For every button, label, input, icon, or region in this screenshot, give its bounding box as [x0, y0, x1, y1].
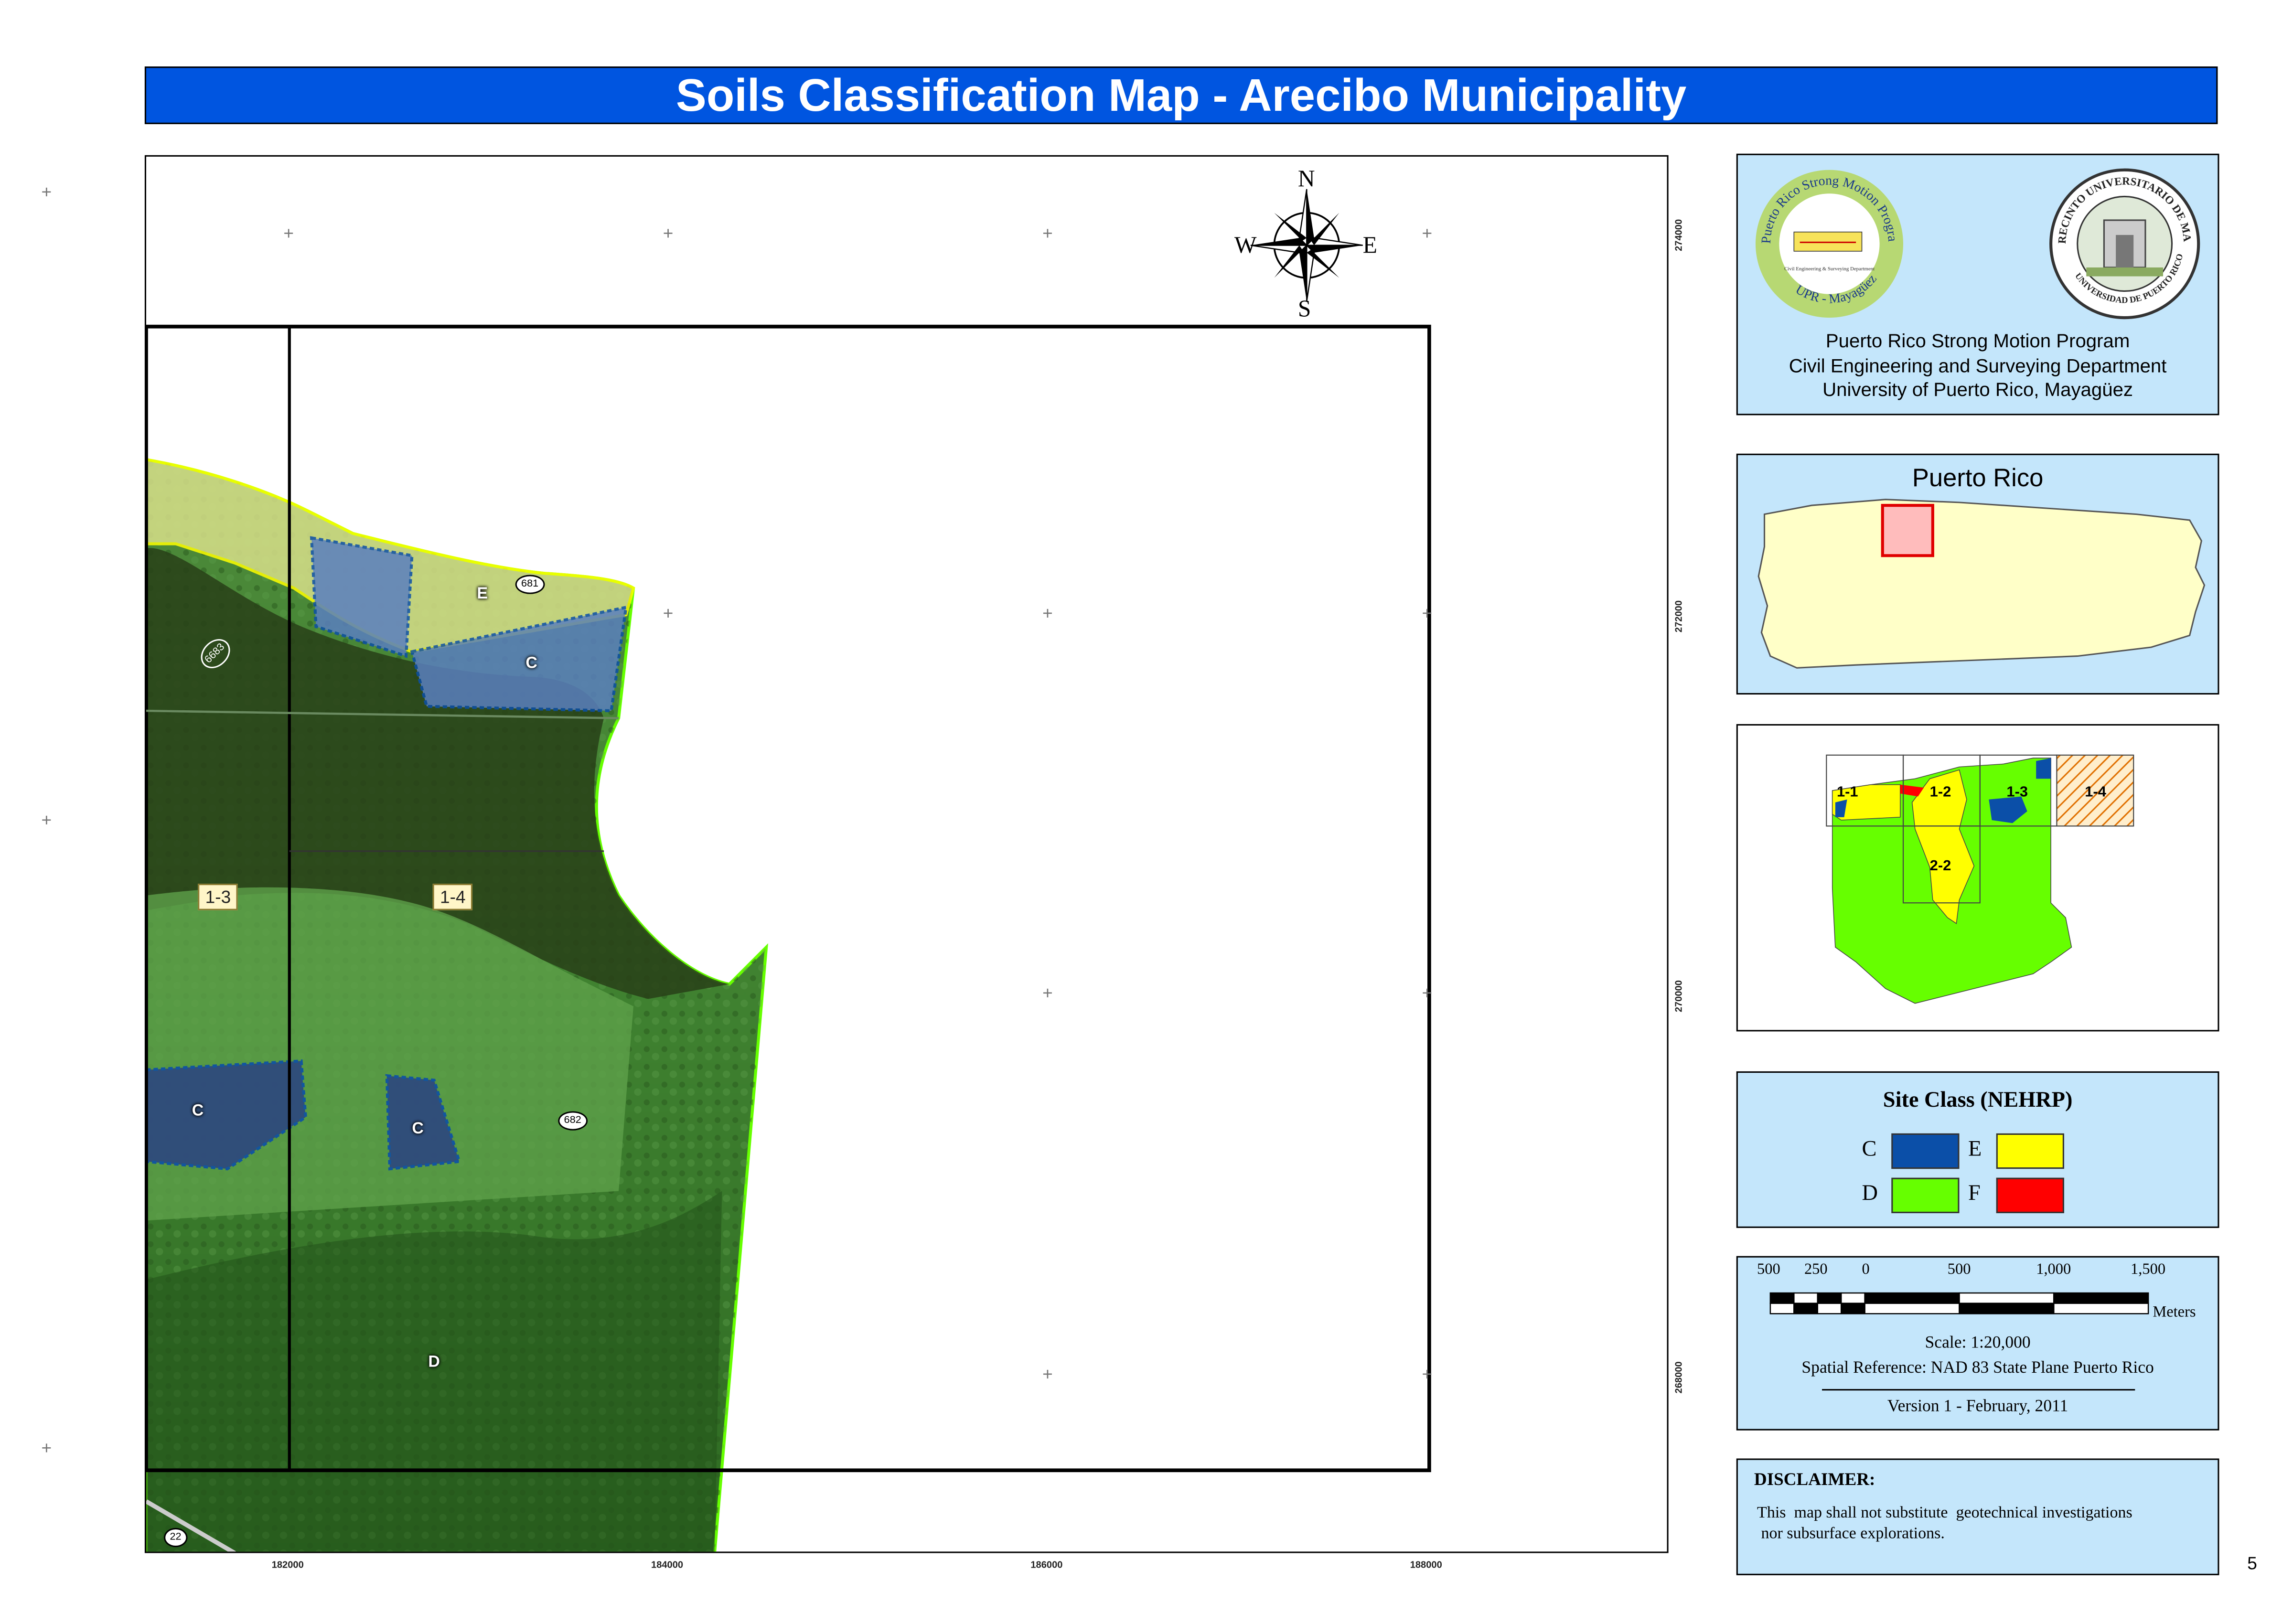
legend-letter-d: D — [1862, 1182, 1878, 1206]
org-line: University of Puerto Rico, Mayagüez — [1822, 378, 2133, 401]
divider — [1822, 1389, 2135, 1391]
grid-cross: + — [1042, 1364, 1053, 1385]
map-sheet: Soils Classification Map - Arecibo Munic… — [0, 0, 2293, 1624]
index-label: 1-2 — [1929, 784, 1951, 801]
x-coordinate-label: 182000 — [271, 1560, 304, 1571]
disclaimer-text: This map shall not substitute geotechnic… — [1757, 1504, 2132, 1522]
road-shield: 22 — [164, 1528, 187, 1548]
index-label: 2-2 — [1929, 858, 1951, 875]
scale-tick: 1,500 — [2131, 1262, 2166, 1279]
x-coordinate-label: 184000 — [651, 1560, 684, 1571]
legend-title: Site Class (NEHRP) — [1883, 1089, 2073, 1113]
grid-cross: + — [283, 223, 294, 244]
quad-label-1-3: 1-3 — [198, 884, 238, 910]
grid-cross: + — [663, 223, 674, 244]
compass-north-label: N — [1297, 167, 1315, 192]
soil-class-label: C — [525, 654, 537, 673]
legend-swatch-c — [1891, 1133, 1960, 1169]
legend-letter-e: E — [1968, 1138, 1982, 1162]
scale-unit: Meters — [2153, 1304, 2196, 1321]
disclaimer-text: nor subsurface explorations. — [1757, 1525, 1945, 1543]
road-shield: 682 — [558, 1111, 588, 1131]
main-map[interactable]: N S E W + + + + + + + + + + + 1-3 1-4 E … — [144, 155, 1669, 1553]
index-label: 1-3 — [2006, 784, 2028, 801]
grid-cross: + — [1042, 983, 1053, 1004]
legend-swatch-f — [1996, 1177, 2064, 1213]
quadrangle-index-map — [1826, 754, 2134, 1004]
scale-tick: 0 — [1862, 1262, 1870, 1279]
version-text: Version 1 - February, 2011 — [1887, 1398, 2068, 1416]
page-title: Soils Classification Map - Arecibo Munic… — [144, 66, 2218, 124]
legend-swatch-e — [1996, 1133, 2064, 1169]
grid-cross: + — [1422, 603, 1433, 624]
grid-cross: + — [1042, 603, 1053, 624]
org-line: Puerto Rico Strong Motion Program — [1825, 329, 2130, 352]
index-label: 1-4 — [2085, 784, 2106, 801]
scale-bar — [1769, 1292, 2149, 1314]
soil-class-label: D — [428, 1353, 440, 1371]
puerto-rico-locator-map — [1757, 499, 2206, 669]
scale-tick: 250 — [1804, 1262, 1828, 1279]
index-label: 1-1 — [1836, 784, 1858, 801]
soil-class-label: E — [477, 585, 488, 603]
road-shield: 681 — [515, 575, 545, 594]
svg-text:Civil Engineering & Surveying: Civil Engineering & Surveying Department — [1784, 266, 1875, 272]
scale-tick: 1,000 — [2036, 1262, 2071, 1279]
org-line: Civil Engineering and Surveying Departme… — [1789, 353, 2167, 376]
scale-text: Scale: 1:20,000 — [1925, 1334, 2031, 1352]
quad-label-1-4: 1-4 — [432, 884, 473, 910]
grid-cross: + — [663, 603, 674, 624]
margin-cross: + — [41, 1438, 52, 1459]
grid-cross: + — [1422, 983, 1433, 1004]
grid-cross: + — [1422, 223, 1433, 244]
soil-class-label: C — [192, 1102, 204, 1121]
x-coordinate-label: 188000 — [1410, 1560, 1442, 1571]
y-coordinate-label: 270000 — [1674, 980, 1685, 1013]
legend-swatch-d — [1891, 1177, 1960, 1213]
locator-panel: Puerto Rico — [1736, 453, 2219, 695]
margin-cross: + — [41, 182, 52, 203]
legend-panel: Site Class (NEHRP) C E D F — [1736, 1071, 2219, 1228]
compass-south-label: S — [1297, 297, 1311, 322]
legend-letter-f: F — [1968, 1182, 1981, 1206]
scale-panel: 500 250 0 500 1,000 1,500 Meters Scale: … — [1736, 1256, 2219, 1431]
university-seal: RECINTO UNIVERSITARIO DE MAYAGÜEZ UNIVER… — [2048, 167, 2200, 320]
strong-motion-logo: Puerto Rico Strong Motion Program UPR - … — [1753, 167, 1904, 318]
compass-east-label: E — [1362, 233, 1378, 259]
margin-cross: + — [41, 810, 52, 831]
y-coordinate-label: 274000 — [1674, 219, 1685, 251]
scale-tick: 500 — [1757, 1262, 1780, 1279]
disclaimer-panel: DISCLAIMER: This map shall not substitut… — [1736, 1458, 2219, 1575]
legend-letter-c: C — [1862, 1138, 1877, 1162]
disclaimer-title: DISCLAIMER: — [1754, 1469, 1875, 1490]
x-coordinate-label: 186000 — [1030, 1560, 1063, 1571]
locator-title: Puerto Rico — [1912, 464, 2044, 492]
grid-cross: + — [1042, 223, 1053, 244]
organization-text: Puerto Rico Strong Motion Program Civil … — [1738, 330, 2218, 403]
main-map-svg — [146, 324, 1431, 1552]
soil-class-label: C — [412, 1120, 424, 1138]
page-number: 5 — [2247, 1553, 2257, 1574]
grid-cross: + — [1422, 1364, 1433, 1385]
compass-west-label: W — [1234, 233, 1257, 259]
y-coordinate-label: 272000 — [1674, 600, 1685, 633]
organization-panel: Puerto Rico Strong Motion Program UPR - … — [1736, 153, 2219, 416]
spatial-reference: Spatial Reference: NAD 83 State Plane Pu… — [1801, 1359, 2154, 1378]
quadrangle-index-panel: 1-1 1-2 1-3 1-4 2-2 — [1736, 724, 2219, 1032]
y-coordinate-label: 268000 — [1674, 1361, 1685, 1394]
scale-tick: 500 — [1947, 1262, 1971, 1279]
